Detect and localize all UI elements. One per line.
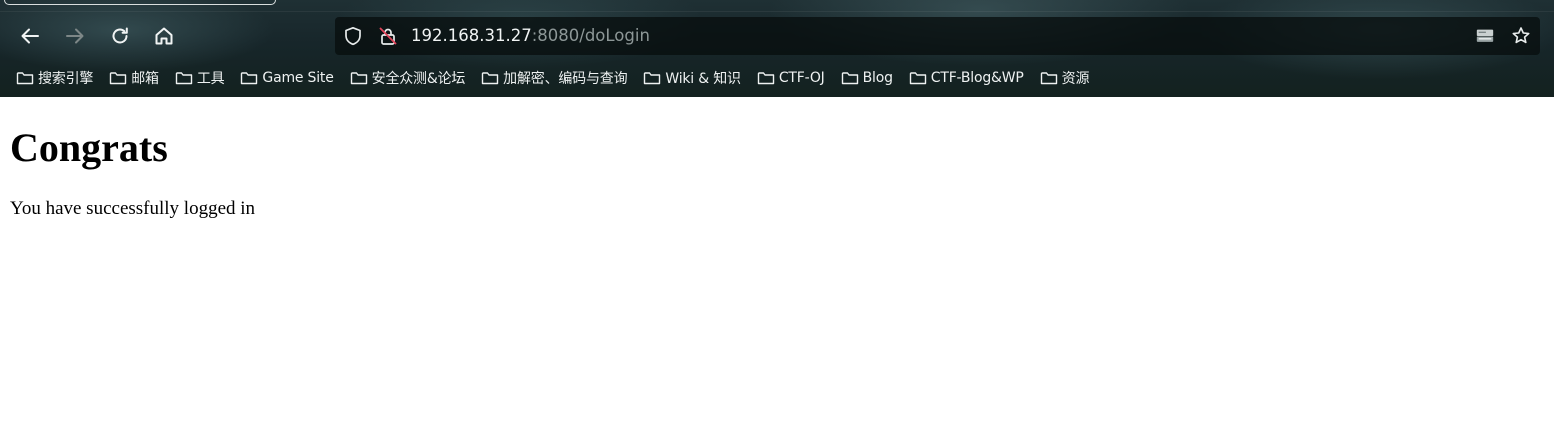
bookmark-label: 资源 [1061, 71, 1090, 87]
bookmark-label: CTF-OJ [778, 70, 825, 86]
back-button[interactable] [16, 22, 44, 50]
bookmark-label: 搜索引擎 [38, 71, 94, 87]
folder-icon [481, 70, 499, 86]
bookmark-folder-game-site[interactable]: Game Site [240, 70, 334, 86]
bookmarks-toolbar: 搜索引擎 邮箱 工具 Game Site 安全众测&论坛 加解密、编码与查询 W… [16, 68, 1105, 88]
active-tab[interactable] [4, 0, 276, 5]
folder-icon [175, 70, 193, 86]
insecure-lock-icon[interactable] [378, 26, 398, 46]
page-content: Congrats You have successfully logged in [0, 97, 1554, 434]
bookmark-label: 工具 [196, 71, 225, 87]
folder-icon [350, 70, 368, 86]
bookmark-folder-ctf-oj[interactable]: CTF-OJ [757, 70, 825, 86]
url-text[interactable]: 192.168.31.27:8080/doLogin [411, 26, 650, 46]
star-icon[interactable] [1511, 26, 1531, 46]
folder-icon [240, 70, 258, 86]
browser-chrome: 192.168.31.27:8080/doLogin 搜索引擎 邮箱 工具 Ga… [0, 0, 1554, 97]
forward-button[interactable] [61, 22, 89, 50]
folder-icon [841, 70, 859, 86]
reload-button[interactable] [106, 22, 134, 50]
folder-icon [1040, 70, 1058, 86]
success-message: You have successfully logged in [10, 198, 256, 219]
bookmark-label: 加解密、编码与查询 [503, 71, 628, 87]
bookmark-label: 安全众测&论坛 [371, 71, 466, 87]
bookmark-folder-crypto-encoding[interactable]: 加解密、编码与查询 [481, 68, 628, 88]
page-title: Congrats [10, 125, 168, 170]
arrow-left-icon [19, 25, 41, 47]
home-button[interactable] [150, 22, 178, 50]
bookmark-label: Game Site [262, 70, 334, 86]
arrow-right-icon [64, 25, 86, 47]
bookmark-folder-search-engines[interactable]: 搜索引擎 [16, 68, 93, 88]
folder-icon [16, 70, 34, 86]
tabstrip-divider [0, 11, 1554, 12]
home-icon [153, 25, 175, 47]
bookmark-folder-tools[interactable]: 工具 [175, 68, 225, 88]
url-host: 192.168.31.27 [411, 26, 532, 45]
bookmark-folder-wiki[interactable]: Wiki & 知识 [643, 68, 741, 88]
folder-icon [757, 70, 775, 86]
reload-icon [109, 25, 131, 47]
bookmark-label: Blog [862, 70, 893, 86]
bookmark-folder-ctf-blog-wp[interactable]: CTF-Blog&WP [909, 70, 1024, 86]
url-path: :8080/doLogin [531, 26, 650, 45]
folder-icon [909, 70, 927, 86]
shield-icon[interactable] [343, 26, 363, 46]
bookmark-label: CTF-Blog&WP [930, 70, 1024, 86]
bookmark-folder-blog[interactable]: Blog [841, 70, 893, 86]
screenshot-drive-icon[interactable] [1475, 26, 1495, 46]
bookmark-folder-security-forums[interactable]: 安全众测&论坛 [350, 68, 466, 88]
bookmark-label: 邮箱 [131, 71, 159, 87]
address-bar[interactable]: 192.168.31.27:8080/doLogin [335, 17, 1540, 55]
bookmark-folder-mail[interactable]: 邮箱 [109, 68, 159, 88]
bookmark-label: Wiki & 知识 [665, 71, 741, 87]
folder-icon [109, 70, 127, 86]
bookmark-folder-resources[interactable]: 资源 [1040, 68, 1090, 88]
folder-icon [643, 70, 661, 86]
